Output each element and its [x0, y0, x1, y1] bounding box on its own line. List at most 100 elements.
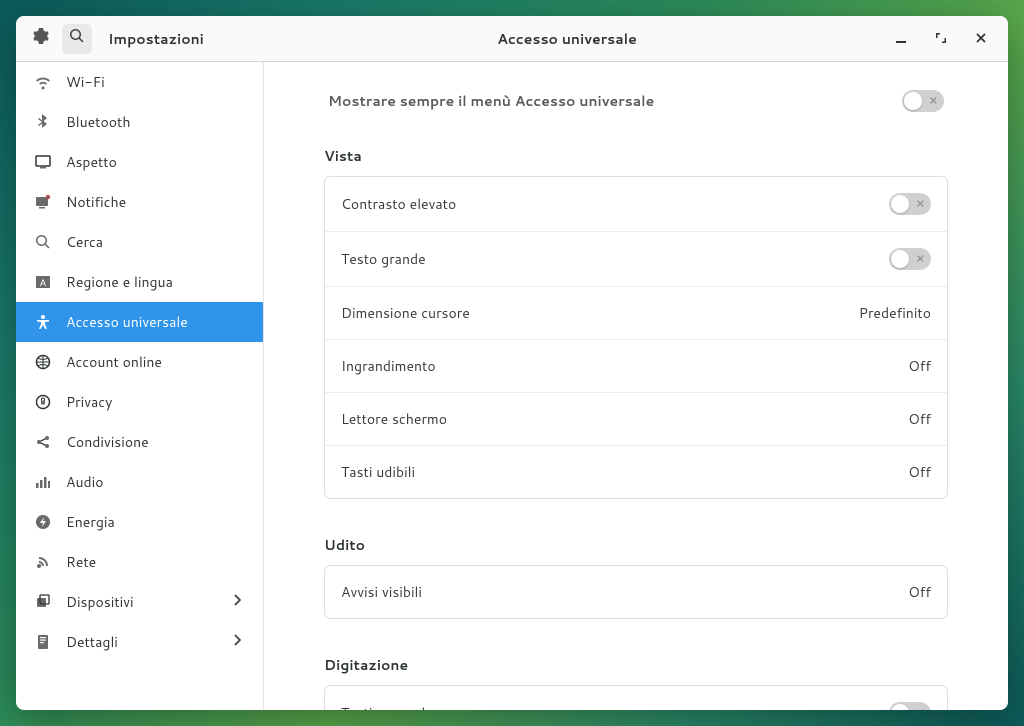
settings-row-label: Lettore schermo — [341, 409, 447, 429]
settings-row-value: Off — [908, 462, 931, 482]
settings-row-label: Tasti udibili — [341, 462, 415, 482]
sharing-icon — [34, 434, 52, 450]
app-menu-button[interactable] — [26, 24, 56, 54]
sidebar-item-label: Wi-Fi — [66, 72, 245, 92]
settings-row-label: Tastiera a schermo — [341, 703, 463, 710]
sidebar-item-region[interactable]: A Regione e lingua — [16, 262, 263, 302]
privacy-icon — [34, 394, 52, 410]
settings-row[interactable]: Tasti udibili Off — [325, 446, 947, 498]
settings-row-value: Off — [908, 356, 931, 376]
settings-row[interactable]: Lettore schermo Off — [325, 393, 947, 446]
sidebar-item-label: Cerca — [66, 232, 245, 252]
details-icon — [34, 634, 52, 650]
audio-icon — [34, 474, 52, 490]
content: Wi-Fi Bluetooth Aspetto Notifiche Cerca A Regi… — [16, 62, 1008, 710]
sidebar-item-label: Aspetto — [66, 152, 245, 172]
sidebar-item-privacy[interactable]: Privacy — [16, 382, 263, 422]
settings-panel: Contrasto elevato ✕ Testo grande ✕ Dimension… — [324, 176, 948, 499]
page-title: Accesso universale — [276, 29, 858, 49]
sidebar[interactable]: Wi-Fi Bluetooth Aspetto Notifiche Cerca A Regi… — [16, 62, 264, 710]
settings-row-label: Avvisi visibili — [341, 582, 422, 602]
online-accounts-icon — [34, 354, 52, 370]
close-button[interactable] — [968, 26, 994, 52]
titlebar-left: Impostazioni — [16, 24, 276, 54]
maximize-icon — [935, 29, 947, 49]
wifi-icon — [34, 74, 52, 90]
accessibility-icon — [34, 314, 52, 330]
always-show-menu-row: Mostrare sempre il menù Accesso universa… — [324, 90, 948, 112]
chevron-right-icon — [231, 592, 245, 612]
settings-row-label: Testo grande — [341, 249, 426, 269]
sidebar-item-label: Accesso universale — [66, 312, 245, 332]
settings-panel: Tastiera a schermo✕Ripetizione dei tasti… — [324, 685, 948, 710]
settings-row[interactable]: Avvisi visibili Off — [325, 566, 947, 618]
sidebar-item-network[interactable]: Rete — [16, 542, 263, 582]
always-show-menu-toggle[interactable]: ✕ — [902, 90, 944, 112]
network-icon — [34, 554, 52, 570]
settings-panel: Avvisi visibili Off — [324, 565, 948, 619]
settings-row-label: Contrasto elevato — [341, 194, 456, 214]
sidebar-item-devices[interactable]: Dispositivi — [16, 582, 263, 622]
settings-row-label: Ingrandimento — [341, 356, 436, 376]
sidebar-item-label: Dettagli — [66, 632, 217, 652]
svg-text:A: A — [40, 278, 46, 288]
settings-row-toggle[interactable]: ✕ — [889, 702, 931, 710]
appearance-icon — [34, 154, 52, 170]
settings-row[interactable]: Testo grande ✕ — [325, 232, 947, 287]
always-show-menu-label: Mostrare sempre il menù Accesso universa… — [328, 91, 654, 111]
settings-row[interactable]: Dimensione cursore Predefinito — [325, 287, 947, 340]
sidebar-item-label: Rete — [66, 552, 245, 572]
section-title: Udito — [324, 535, 948, 555]
gear-icon — [33, 28, 49, 49]
app-name: Impostazioni — [108, 29, 204, 49]
settings-row[interactable]: Ingrandimento Off — [325, 340, 947, 393]
search-icon — [69, 28, 85, 49]
sidebar-item-sharing[interactable]: Condivisione — [16, 422, 263, 462]
settings-row-value: Off — [908, 582, 931, 602]
sidebar-item-label: Dispositivi — [66, 592, 217, 612]
sidebar-item-search[interactable]: Cerca — [16, 222, 263, 262]
sidebar-item-label: Bluetooth — [66, 112, 245, 132]
settings-row-label: Dimensione cursore — [341, 303, 470, 323]
sidebar-item-label: Regione e lingua — [66, 272, 245, 292]
sidebar-item-notifications[interactable]: Notifiche — [16, 182, 263, 222]
sidebar-item-label: Account online — [66, 352, 245, 372]
sidebar-item-label: Energia — [66, 512, 245, 532]
titlebar: Impostazioni Accesso universale — [16, 16, 1008, 62]
minimize-button[interactable] — [888, 26, 914, 52]
settings-row[interactable]: Contrasto elevato ✕ — [325, 177, 947, 232]
sidebar-item-appearance[interactable]: Aspetto — [16, 142, 263, 182]
sidebar-item-audio[interactable]: Audio — [16, 462, 263, 502]
search-icon — [34, 234, 52, 250]
settings-row-value: Off — [908, 409, 931, 429]
minimize-icon — [895, 29, 907, 49]
devices-icon — [34, 594, 52, 610]
main-panel[interactable]: Mostrare sempre il menù Accesso universa… — [264, 62, 1008, 710]
sidebar-item-online-accounts[interactable]: Account online — [16, 342, 263, 382]
close-icon — [975, 29, 987, 49]
sidebar-item-power[interactable]: Energia — [16, 502, 263, 542]
region-icon: A — [34, 274, 52, 290]
section-title: Digitazione — [324, 655, 948, 675]
section-title: Vista — [324, 146, 948, 166]
power-icon — [34, 514, 52, 530]
sidebar-item-label: Privacy — [66, 392, 245, 412]
chevron-right-icon — [231, 632, 245, 652]
sidebar-item-label: Condivisione — [66, 432, 245, 452]
window-controls — [858, 26, 1008, 52]
maximize-button[interactable] — [928, 26, 954, 52]
sidebar-item-accessibility[interactable]: Accesso universale — [16, 302, 263, 342]
settings-row-toggle[interactable]: ✕ — [889, 193, 931, 215]
sidebar-item-label: Notifiche — [66, 192, 245, 212]
bluetooth-icon — [34, 114, 52, 130]
sidebar-item-label: Audio — [66, 472, 245, 492]
settings-row-toggle[interactable]: ✕ — [889, 248, 931, 270]
search-button[interactable] — [62, 24, 92, 54]
sidebar-item-bluetooth[interactable]: Bluetooth — [16, 102, 263, 142]
settings-row[interactable]: Tastiera a schermo ✕ — [325, 686, 947, 710]
sidebar-item-details[interactable]: Dettagli — [16, 622, 263, 662]
sidebar-item-wifi[interactable]: Wi-Fi — [16, 62, 263, 102]
settings-window: Impostazioni Accesso universale Wi-Fi Blu… — [16, 16, 1008, 710]
notifications-icon — [34, 194, 52, 210]
settings-row-value: Predefinito — [859, 303, 931, 323]
